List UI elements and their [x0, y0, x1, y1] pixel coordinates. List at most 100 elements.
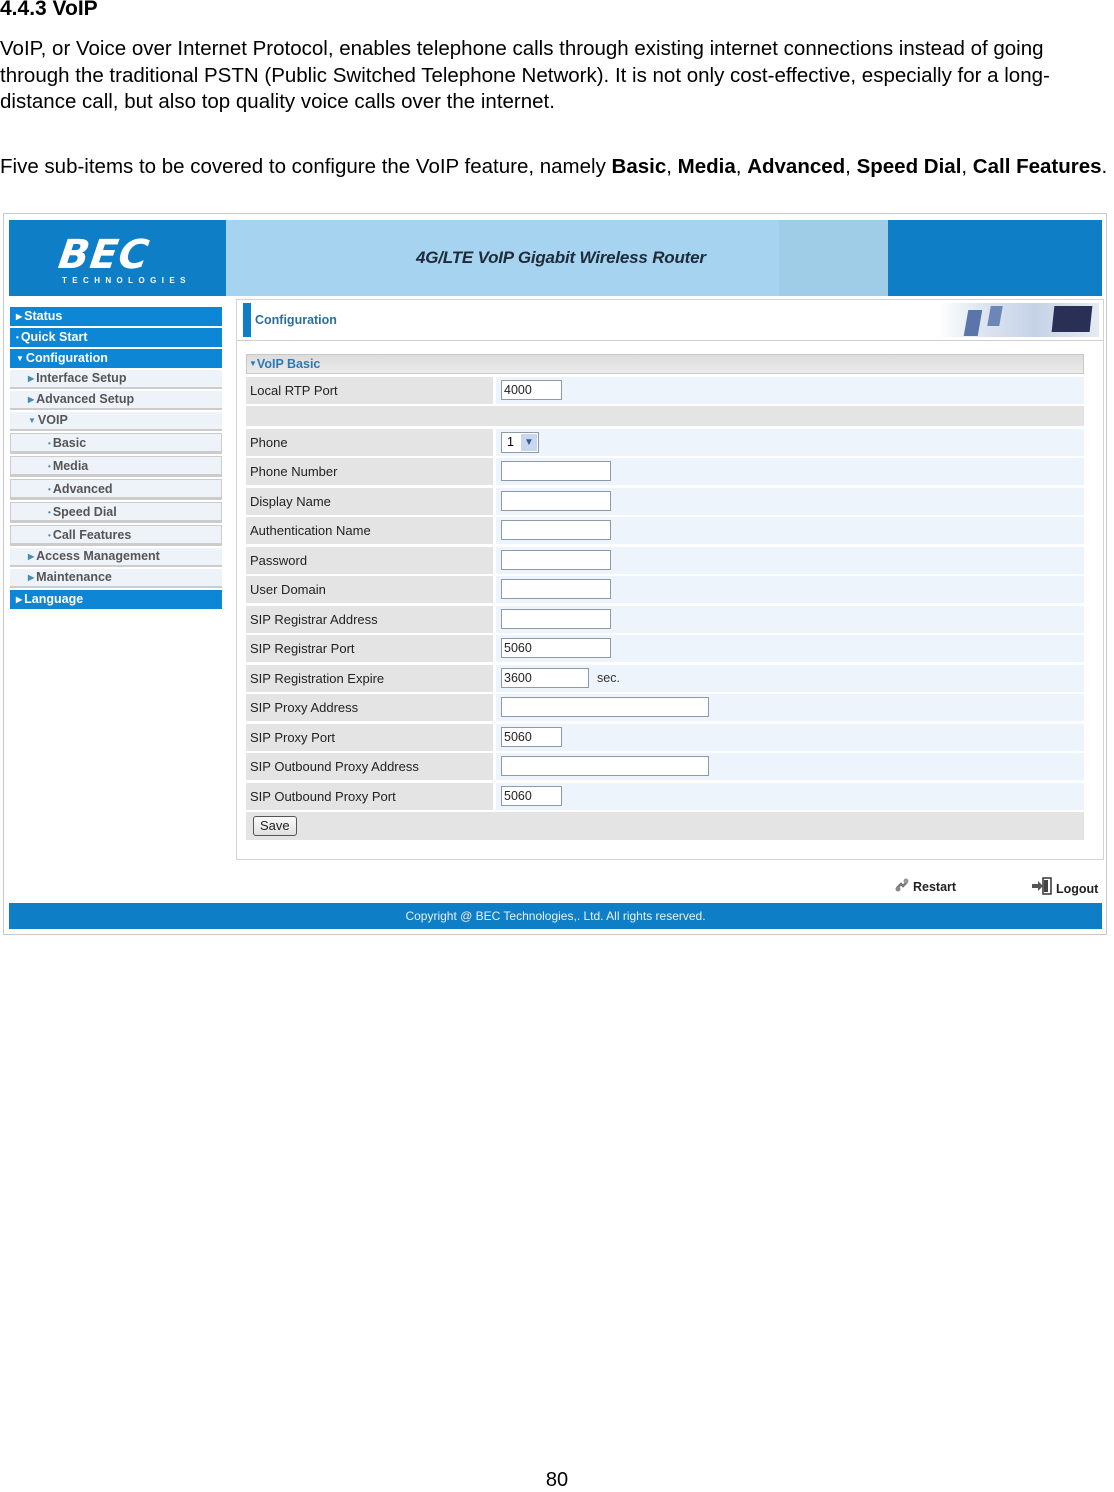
sidebar-item-label: Media	[52, 459, 89, 473]
form-row-sip-proxy-address: SIP Proxy Address	[246, 694, 1084, 721]
sidebar-item-access-management[interactable]: ▶ Access Management	[10, 548, 222, 567]
header-accent-bar	[243, 303, 251, 337]
user-domain-input[interactable]	[501, 579, 611, 599]
separator: ,	[961, 155, 973, 178]
caret-down-icon: ▼	[16, 354, 24, 363]
header-banner: BEC TECHNOLOGIES 4G/LTE VoIP Gigabit Wir…	[9, 220, 1102, 296]
bec-logo: BEC TECHNOLOGIES	[9, 220, 226, 296]
logo-tagline: TECHNOLOGIES	[62, 276, 191, 285]
sidebar-item-maintenance[interactable]: ▶ Maintenance	[10, 569, 222, 588]
sidebar-nav: ▶ Status • Quick Start ▼ Configuration ▶ Int…	[10, 307, 222, 611]
bullet-icon: •	[48, 439, 51, 448]
sidebar-item-advanced-setup[interactable]: ▶ Advanced Setup	[10, 391, 222, 410]
logout-icon	[1032, 877, 1052, 895]
chevron-down-icon: ▼	[521, 433, 537, 451]
sidebar-item-quick-start[interactable]: • Quick Start	[10, 328, 222, 347]
sip-outbound-proxy-port-input[interactable]: 5060	[501, 785, 562, 806]
unit-label: sec.	[597, 670, 620, 685]
caret-right-icon: ▶	[16, 595, 23, 604]
section-title: VoIP Basic	[256, 357, 321, 371]
caret-right-icon: ▶	[16, 312, 23, 321]
sip-registration-expire-input[interactable]: 3600	[501, 667, 589, 688]
router-screenshot: BEC TECHNOLOGIES 4G/LTE VoIP Gigabit Wir…	[3, 213, 1107, 935]
subitems-intro: Five sub-items to be covered to configur…	[0, 155, 612, 178]
field-label: SIP Proxy Port	[246, 723, 493, 751]
main-panel: Configuration ▼VoIP Basic Local RTP Port…	[236, 299, 1104, 860]
sidebar-item-advanced[interactable]: • Advanced	[10, 479, 222, 500]
bullet-icon: •	[48, 462, 51, 471]
logout-label: Logout	[1056, 882, 1099, 896]
separator: ,	[666, 155, 678, 178]
field-label: SIP Proxy Address	[246, 694, 493, 721]
form-row-display-name: Display Name	[246, 487, 1084, 515]
form-row-sip-outbound-proxy-port: SIP Outbound Proxy Port 5060	[246, 782, 1084, 810]
sidebar-item-label: Basic	[52, 436, 87, 450]
form-row-sip-registrar-port: SIP Registrar Port 5060	[246, 635, 1084, 662]
display-name-input[interactable]	[501, 490, 611, 511]
field-label: SIP Registration Expire	[246, 664, 493, 692]
caret-right-icon: ▶	[28, 395, 35, 404]
sidebar-item-speed-dial[interactable]: • Speed Dial	[10, 502, 222, 523]
sidebar-item-label: Maintenance	[36, 570, 112, 584]
local-rtp-port-input[interactable]: 4000	[501, 379, 562, 400]
laptop-shape	[1051, 306, 1093, 332]
sip-registrar-port-input[interactable]: 5060	[501, 638, 611, 658]
form-row-authentication-name: Authentication Name	[246, 517, 1084, 544]
form-row-phone-number: Phone Number	[246, 458, 1084, 485]
bullet-icon: •	[48, 531, 51, 540]
sidebar-item-voip[interactable]: ▼ VOIP	[10, 412, 222, 431]
voip-basic-section: ▼VoIP Basic Local RTP Port 4000 Phone 1 ▼…	[246, 354, 1084, 840]
separator: ,	[735, 155, 748, 178]
sidebar-item-label: Speed Dial	[52, 505, 117, 519]
section-heading: 4.4.3 VoIP	[0, 0, 98, 20]
form-row-password: Password	[246, 546, 1084, 574]
page-number: 80	[545, 1469, 569, 1491]
subitem-speed-dial: Speed Dial	[856, 155, 962, 178]
sip-proxy-port-input[interactable]: 5060	[501, 726, 562, 747]
sidebar-item-label: VOIP	[37, 413, 68, 427]
field-label: Display Name	[246, 487, 493, 515]
form-row-phone: Phone 1 ▼	[246, 428, 1084, 456]
phone-number-input[interactable]	[501, 461, 611, 481]
field-label: Authentication Name	[246, 517, 493, 544]
form-row-local-rtp-port: Local RTP Port 4000	[246, 376, 1084, 404]
banner-fade	[779, 220, 889, 296]
spacer-row	[246, 406, 1084, 426]
sidebar-item-call-features[interactable]: • Call Features	[10, 525, 222, 546]
sidebar-item-label: Language	[24, 592, 84, 606]
save-row: Save	[246, 811, 1084, 840]
logout-link[interactable]: Logout	[1031, 877, 1098, 896]
field-label: User Domain	[246, 576, 493, 603]
chair-shape	[987, 306, 1003, 326]
section-header[interactable]: ▼VoIP Basic	[246, 354, 1084, 374]
sidebar-item-media[interactable]: • Media	[10, 456, 222, 477]
subitems-paragraph: Five sub-items to be covered to configur…	[0, 154, 1114, 181]
password-input[interactable]	[501, 549, 611, 570]
sip-outbound-proxy-address-input[interactable]	[501, 756, 709, 776]
field-label: SIP Registrar Port	[246, 635, 493, 662]
logo-brand: BEC	[55, 232, 153, 278]
restart-label: Restart	[913, 880, 957, 894]
form-row-sip-registrar-address: SIP Registrar Address	[246, 605, 1084, 633]
form-row-sip-outbound-proxy-address: SIP Outbound Proxy Address	[246, 753, 1084, 780]
save-button[interactable]: Save	[253, 815, 297, 836]
restart-link[interactable]: Restart	[894, 877, 956, 894]
sidebar-item-language[interactable]: ▶ Language	[10, 590, 222, 609]
sidebar-item-basic[interactable]: • Basic	[10, 433, 222, 454]
sip-registrar-address-input[interactable]	[501, 608, 611, 629]
form-row-sip-registration-expire: SIP Registration Expire 3600 sec.	[246, 664, 1084, 692]
sidebar-item-label: Interface Setup	[36, 371, 127, 385]
chair-shape	[963, 310, 983, 336]
sidebar-item-configuration[interactable]: ▼ Configuration	[10, 349, 222, 368]
sip-proxy-address-input[interactable]	[501, 697, 709, 717]
office-illustration-icon	[939, 303, 1099, 337]
bullet-icon: •	[48, 508, 51, 517]
sidebar-item-interface-setup[interactable]: ▶ Interface Setup	[10, 370, 222, 389]
authentication-name-input[interactable]	[501, 520, 611, 540]
subitem-call-features: Call Features	[972, 155, 1102, 178]
caret-right-icon: ▶	[28, 573, 35, 582]
field-label: SIP Outbound Proxy Port	[246, 782, 493, 810]
phone-select[interactable]: 1 ▼	[501, 431, 539, 453]
sidebar-item-status[interactable]: ▶ Status	[10, 307, 222, 326]
sidebar-item-label: Status	[24, 309, 63, 323]
